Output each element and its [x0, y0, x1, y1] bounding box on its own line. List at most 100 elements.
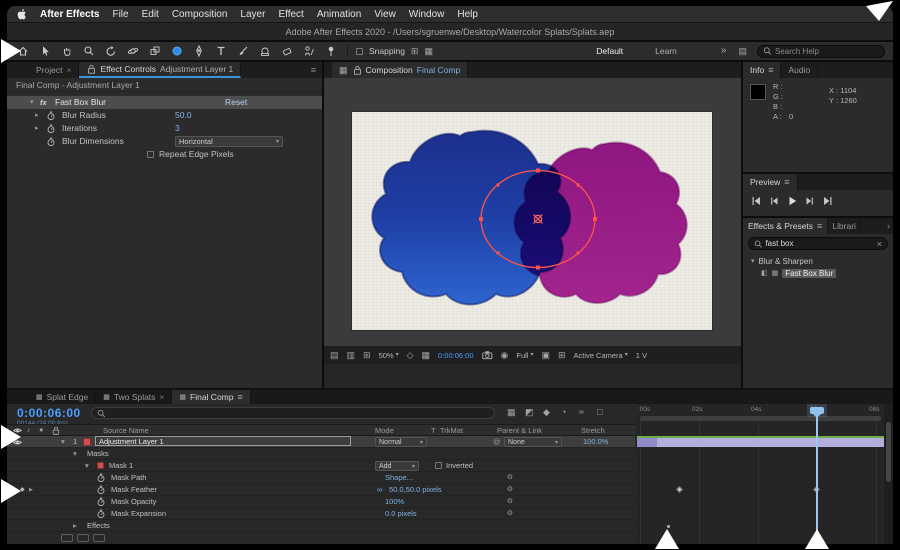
tab-splat-edge[interactable]: ▦ Splat Edge — [29, 390, 96, 404]
tab-libraries[interactable]: Librari — [828, 218, 861, 234]
selection-tool-icon[interactable] — [37, 44, 53, 58]
effects-item-row[interactable]: ◧ ▦ Fast Box Blur — [743, 267, 893, 279]
next-keyframe-icon[interactable]: ▶ — [29, 484, 33, 496]
mask-options-icon[interactable]: ⊞ — [411, 47, 419, 56]
comp-mini-flowchart-icon[interactable]: ▦ — [507, 408, 516, 417]
mask-name[interactable]: Mask 1 — [109, 460, 133, 472]
transfer-controls-toggle[interactable] — [77, 534, 89, 542]
monitor-icon[interactable]: ▤ — [330, 351, 339, 360]
twirl-icon[interactable]: ▸ — [35, 109, 39, 122]
menu-edit[interactable]: Edit — [142, 9, 159, 20]
panel-menu-icon[interactable]: ≡ — [768, 66, 773, 75]
timeline-track-area[interactable]: :00s 02s 04s 06s 08s — [637, 404, 884, 544]
apple-icon[interactable] — [17, 8, 27, 20]
work-area-bar[interactable] — [640, 416, 881, 421]
timeline-timecode[interactable]: 0:00:06:00 — [17, 406, 81, 420]
mask-opacity-value[interactable]: 100% — [385, 496, 404, 508]
draft-3d-icon[interactable]: ◩ — [525, 408, 534, 417]
transparency-grid-icon[interactable]: ⊞ — [558, 351, 566, 360]
mask-opacity-row[interactable]: Mask Opacity 100% ⊙ — [7, 496, 635, 508]
tab-preview[interactable]: Preview ≡ — [743, 174, 798, 190]
layer-row[interactable]: ▾ 1 Adjustment Layer 1 Normal▾ @ None▾ 1… — [7, 436, 635, 448]
graph-toggle-icon[interactable]: ⊙ — [507, 472, 513, 484]
graph-editor-icon[interactable]: □ — [597, 408, 602, 417]
brush-tool-icon[interactable] — [235, 44, 251, 58]
comp-canvas[interactable] — [352, 112, 712, 330]
next-frame-button[interactable] — [805, 196, 815, 206]
column-parent-link[interactable]: Parent & Link — [497, 426, 542, 436]
mask-expansion-row[interactable]: Mask Expansion 0.0 pixels ⊙ — [7, 508, 635, 520]
blur-dimensions-select[interactable]: Horizontal▾ — [175, 136, 283, 147]
scrollbar-thumb[interactable] — [886, 422, 891, 482]
menu-animation[interactable]: Animation — [317, 9, 361, 20]
effect-header-row[interactable]: ▾ fx Fast Box Blur Reset — [7, 96, 322, 109]
mask-path-row[interactable]: Mask Path Shape... ⊙ — [7, 472, 635, 484]
safe-zones-icon[interactable]: ▦ — [422, 351, 431, 360]
playhead-head[interactable] — [810, 407, 824, 414]
menu-view[interactable]: View — [374, 9, 396, 20]
column-mode[interactable]: Mode — [375, 426, 394, 436]
resolution-select[interactable]: Full▾ — [516, 351, 533, 360]
effect-item-label[interactable]: Fast Box Blur — [782, 269, 836, 278]
twirl-icon[interactable]: ▾ — [751, 257, 755, 265]
grid-icon[interactable]: ⊞ — [363, 351, 371, 360]
mask-color-swatch[interactable] — [97, 462, 104, 469]
panel-menu-icon[interactable]: ≡ — [817, 222, 822, 231]
mask-feather-value[interactable]: 50.0,50.0 pixels — [389, 484, 442, 496]
layer-color-swatch[interactable] — [83, 438, 91, 446]
ellipse-shape-tool-icon[interactable] — [169, 44, 185, 58]
twirl-icon[interactable]: ▾ — [73, 448, 77, 460]
effects-search-input[interactable] — [765, 239, 873, 248]
timeline-scrollbar[interactable] — [884, 404, 893, 544]
view-select[interactable]: Active Camera▾ — [574, 351, 628, 360]
mask-toggle-icon[interactable]: ◇ — [407, 351, 414, 360]
last-frame-button[interactable] — [823, 196, 833, 206]
prev-keyframe-icon[interactable]: ◀ — [12, 484, 16, 496]
tab-effects-presets[interactable]: Effects & Presets ≡ — [743, 218, 828, 234]
effect-name[interactable]: Fast Box Blur — [55, 96, 106, 109]
layer-duration-bar[interactable] — [637, 438, 884, 447]
twirl-icon[interactable]: ▸ — [73, 520, 77, 532]
graph-toggle-icon[interactable]: ⊙ — [507, 508, 513, 520]
panel-menu-icon[interactable]: ≡ — [305, 62, 322, 78]
column-stretch[interactable]: Stretch — [581, 426, 605, 436]
close-icon[interactable]: × — [66, 65, 71, 75]
in-out-stretch-toggle[interactable] — [93, 534, 105, 542]
masks-group-row[interactable]: ▾ Masks — [7, 448, 635, 460]
twirl-icon[interactable]: ▾ — [61, 436, 65, 448]
effects-group-row[interactable]: ▾ Blur & Sharpen — [743, 255, 893, 267]
tab-composition[interactable]: ▦ Composition Final Comp — [332, 62, 468, 78]
home-icon[interactable] — [15, 44, 31, 58]
repeat-edge-checkbox[interactable] — [147, 151, 154, 158]
playhead-line[interactable] — [816, 415, 818, 544]
comp-viewer[interactable] — [324, 78, 741, 346]
column-source-name[interactable]: Source Name — [103, 426, 149, 436]
mask-path-value[interactable]: Shape... — [385, 472, 413, 484]
snapshot-camera-icon[interactable] — [482, 350, 493, 360]
previous-frame-button[interactable] — [769, 196, 779, 206]
layer-stretch-value[interactable]: 100.0% — [583, 436, 608, 448]
iterations-value[interactable]: 3 — [175, 122, 180, 135]
panel-menu-icon[interactable]: ≡ — [237, 393, 242, 402]
hand-tool-icon[interactable] — [59, 44, 75, 58]
inverted-checkbox[interactable] — [435, 462, 442, 469]
tab-final-comp[interactable]: ▦ Final Comp ≡ — [172, 390, 250, 404]
zoom-level-select[interactable]: 50%▾ — [379, 351, 399, 360]
expand-layers-toggle[interactable] — [61, 534, 73, 542]
menu-window[interactable]: Window — [409, 9, 445, 20]
keyframe-toggle-icon[interactable]: ◆ — [20, 484, 25, 496]
clear-search-icon[interactable]: × — [877, 239, 882, 249]
lock-icon[interactable] — [352, 65, 362, 75]
tab-overflow-icon[interactable]: › — [884, 218, 893, 234]
layer-parent-select[interactable]: None▾ — [504, 437, 562, 447]
workspace-default[interactable]: Default — [596, 46, 623, 56]
orbit-camera-tool-icon[interactable] — [125, 44, 141, 58]
clone-stamp-tool-icon[interactable] — [257, 44, 273, 58]
motion-blur-icon[interactable]: ≈ — [579, 408, 584, 417]
graph-toggle-icon[interactable]: ⊙ — [507, 484, 513, 496]
close-icon[interactable]: × — [159, 392, 164, 402]
workspace-learn[interactable]: Learn — [655, 46, 677, 56]
keyframe-dot[interactable] — [667, 525, 670, 528]
puppet-pin-tool-icon[interactable] — [323, 44, 339, 58]
menu-composition[interactable]: Composition — [172, 9, 228, 20]
